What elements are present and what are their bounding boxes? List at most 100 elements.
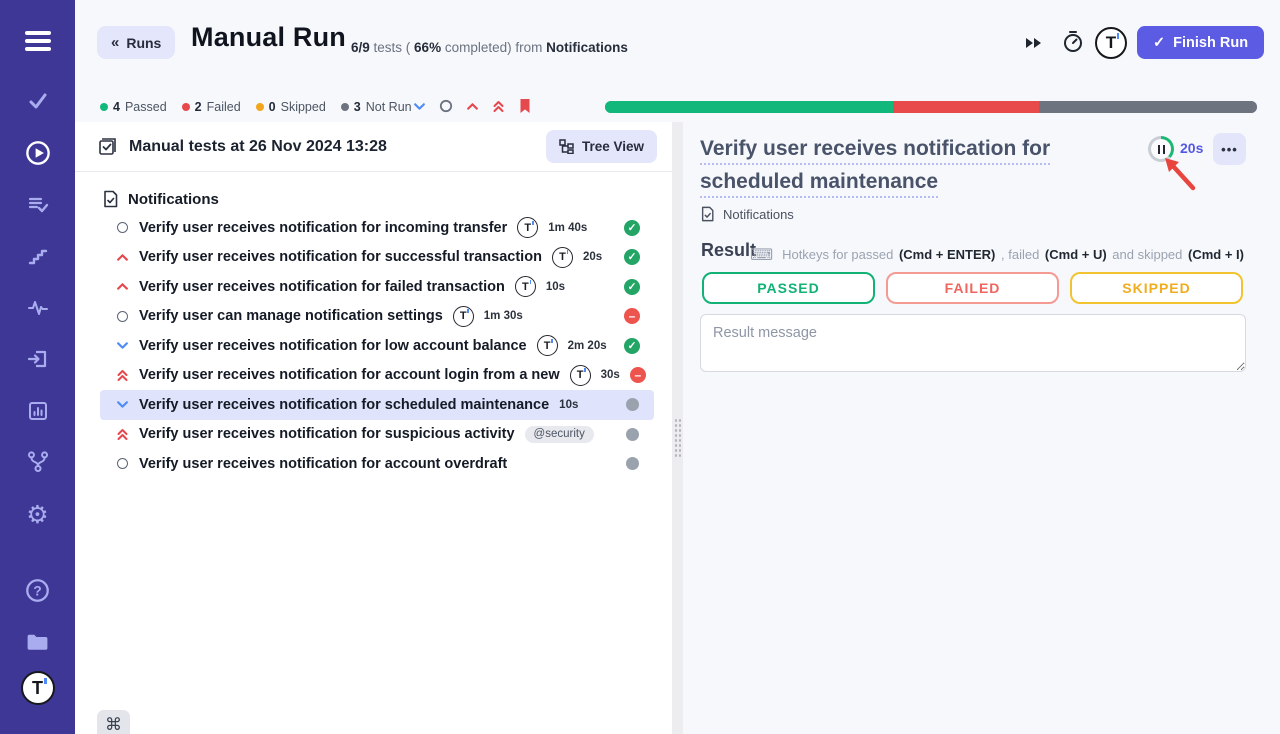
- status-passed-icon: ✓: [624, 279, 640, 295]
- steps-icon: [26, 245, 50, 267]
- test-row[interactable]: Verify user receives notification for fa…: [100, 272, 654, 302]
- chevrons-left-icon: «: [111, 34, 119, 51]
- test-duration: 10s: [559, 399, 578, 411]
- test-detail-panel: Verify user receives notification for sc…: [683, 122, 1280, 734]
- pause-icon: [1158, 145, 1165, 154]
- collapse-filter-button[interactable]: [413, 100, 426, 113]
- run-header: Manual tests at 26 Nov 2024 13:28 Tree V…: [75, 122, 672, 172]
- priority-normal-icon: [117, 222, 128, 233]
- automation-logo-icon: T: [570, 365, 591, 386]
- more-options-button[interactable]: •••: [1213, 133, 1246, 165]
- summary-failed[interactable]: 2Failed: [182, 100, 241, 114]
- analytics-icon: [26, 400, 50, 422]
- chevron-up-icon: [466, 100, 479, 113]
- double-chevron-up-icon: [492, 99, 505, 113]
- priority-highest-icon: [116, 368, 129, 382]
- finish-run-button[interactable]: ✓ Finish Run: [1137, 26, 1264, 59]
- test-list-panel: Manual tests at 26 Nov 2024 13:28 Tree V…: [75, 122, 672, 734]
- sidebar-item-app-logo[interactable]: T: [0, 674, 75, 702]
- sidebar-item-help[interactable]: ?: [0, 576, 75, 604]
- automation-logo-icon: T: [453, 306, 474, 327]
- test-duration: 30s: [601, 369, 620, 381]
- test-row[interactable]: Verify user receives notification for ac…: [100, 449, 654, 479]
- timer-history-button[interactable]: [1061, 30, 1085, 54]
- tree-view-button[interactable]: Tree View: [546, 130, 657, 163]
- settings-icon: ⚙: [26, 502, 48, 527]
- priority-high-icon: [116, 280, 129, 293]
- summary-skipped[interactable]: 0Skipped: [256, 100, 326, 114]
- back-label: Runs: [126, 35, 161, 51]
- sidebar-item-pulse[interactable]: [0, 294, 75, 322]
- automation-logo-icon: T: [515, 276, 536, 297]
- chevron-down-icon: [413, 100, 426, 113]
- annotation-arrow-icon: [1157, 154, 1201, 196]
- test-row[interactable]: Verify user receives notification for in…: [100, 213, 654, 243]
- result-buttons: PASSED FAILED SKIPPED: [702, 272, 1243, 304]
- checklist-icon: [97, 136, 118, 157]
- status-summary: 4Passed 2Failed 0Skipped 3Not Run: [100, 100, 412, 114]
- test-row[interactable]: Verify user receives notification for lo…: [100, 331, 654, 361]
- automation-logo-icon: T: [537, 335, 558, 356]
- keyboard-icon: ⌨: [750, 245, 773, 264]
- bookmark-icon: [518, 98, 532, 114]
- priority-normal-icon: [117, 311, 128, 322]
- suite-folder-label: Notifications: [128, 191, 219, 208]
- failed-button[interactable]: FAILED: [886, 272, 1059, 304]
- priority-low-icon: [116, 398, 129, 411]
- fast-forward-button[interactable]: [1023, 33, 1045, 53]
- test-row[interactable]: Verify user can manage notification sett…: [100, 302, 654, 332]
- test-row[interactable]: Verify user receives notification for ac…: [100, 361, 654, 391]
- priority-highest-icon: [116, 427, 129, 441]
- test-list: Verify user receives notification for in…: [75, 213, 672, 479]
- summary-not-run[interactable]: 3Not Run: [341, 100, 412, 114]
- back-to-runs-button[interactable]: « Runs: [97, 26, 175, 59]
- summary-passed[interactable]: 4Passed: [100, 100, 167, 114]
- passed-button[interactable]: PASSED: [702, 272, 875, 304]
- priority-low-icon: [116, 339, 129, 352]
- app-root: ⚙?T « Runs Manual Run 6/9 tests ( 66% co…: [0, 0, 1280, 734]
- sidebar-item-settings[interactable]: ⚙: [0, 500, 75, 528]
- status-notrun-icon: [626, 428, 639, 441]
- result-message-input[interactable]: [700, 314, 1246, 372]
- branch-icon: [26, 450, 50, 474]
- test-title: Verify user receives notification for lo…: [139, 338, 527, 354]
- runs-icon: [25, 140, 51, 166]
- bookmark-filter-button[interactable]: [518, 98, 532, 114]
- breadcrumb[interactable]: Notifications: [700, 206, 794, 222]
- breadcrumb-label: Notifications: [723, 207, 794, 222]
- test-duration: 10s: [546, 281, 565, 293]
- panel-resizer[interactable]: [672, 122, 683, 734]
- test-duration: 20s: [583, 251, 602, 263]
- circle-filter-icon: [439, 99, 453, 113]
- test-row[interactable]: Verify user receives notification for su…: [100, 420, 654, 450]
- test-row[interactable]: Verify user receives notification for su…: [100, 243, 654, 273]
- test-duration: 2m 20s: [568, 340, 607, 352]
- status-passed-icon: ✓: [624, 220, 640, 236]
- suite-folder-row[interactable]: Notifications: [75, 185, 672, 213]
- status-dot-icon: [100, 103, 108, 111]
- sidebar-item-analytics[interactable]: [0, 397, 75, 425]
- sidebar-item-branch[interactable]: [0, 448, 75, 476]
- test-title: Verify user receives notification for fa…: [139, 279, 505, 295]
- filter-toolbar: [413, 98, 532, 114]
- test-tag[interactable]: @security: [525, 426, 594, 443]
- sidebar-item-projects[interactable]: [0, 628, 75, 656]
- status-notrun-icon: [626, 457, 639, 470]
- highest-priority-filter-button[interactable]: [492, 99, 505, 113]
- sidebar-item-runs[interactable]: [0, 139, 75, 167]
- progress-segment: [605, 101, 893, 113]
- skipped-button[interactable]: SKIPPED: [1070, 272, 1243, 304]
- sidebar-item-import[interactable]: [0, 345, 75, 373]
- sidebar-item-test-plans[interactable]: [0, 191, 75, 219]
- test-row[interactable]: Verify user receives notification for sc…: [100, 390, 654, 420]
- test-title: Verify user receives notification for su…: [139, 249, 542, 265]
- normal-priority-filter-button[interactable]: [439, 99, 453, 113]
- automation-logo-icon: T: [517, 217, 538, 238]
- sidebar-item-steps[interactable]: [0, 242, 75, 270]
- command-shortcut-button[interactable]: ⌘: [97, 710, 130, 734]
- high-priority-filter-button[interactable]: [466, 100, 479, 113]
- sidebar-item-menu[interactable]: [0, 27, 75, 55]
- test-title: Verify user receives notification for su…: [139, 426, 515, 442]
- sidebar-item-tests[interactable]: [0, 87, 75, 115]
- test-duration: 1m 30s: [484, 310, 523, 322]
